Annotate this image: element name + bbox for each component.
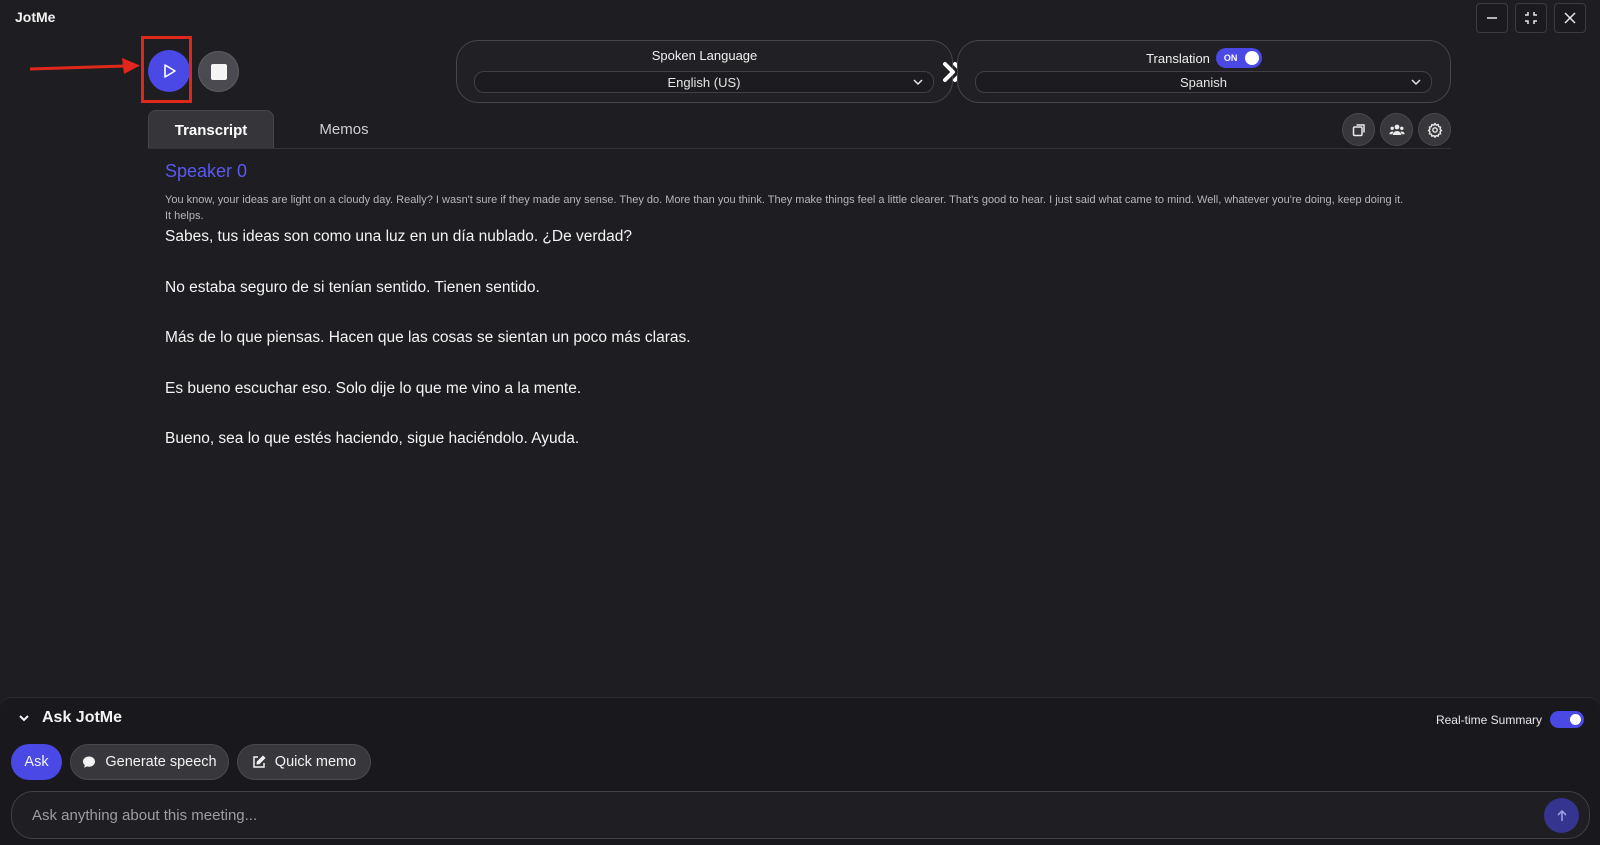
play-icon: [164, 64, 176, 78]
realtime-summary-label: Real-time Summary: [1435, 712, 1542, 727]
target-language-value: Spanish: [1180, 74, 1227, 90]
settings-icon: [1427, 122, 1442, 138]
quick-memo-button[interactable]: Quick memo: [237, 744, 371, 780]
translation-label: Translation: [1146, 50, 1210, 66]
send-button[interactable]: [1544, 798, 1579, 833]
realtime-summary-toggle[interactable]: [1550, 711, 1584, 728]
tab-transcript[interactable]: Transcript: [148, 110, 274, 149]
translated-transcript: Sabes, tus ideas son como una luz en un …: [165, 226, 1405, 479]
fullscreen-button[interactable]: [1515, 3, 1547, 33]
tab-divider: [148, 148, 1451, 149]
ask-button[interactable]: Ask: [11, 744, 62, 780]
app-title: JotMe: [15, 9, 56, 25]
translation-line: Sabes, tus ideas son como una luz en un …: [165, 228, 633, 245]
tab-memos[interactable]: Memos: [296, 110, 392, 149]
participants-button[interactable]: [1380, 113, 1413, 146]
ask-jotme-title: Ask JotMe: [42, 709, 123, 726]
translation-line: No estaba seguro de si tenían sentido. T…: [165, 278, 540, 296]
chevron-down-icon: [19, 715, 29, 722]
minimize-button[interactable]: [1476, 3, 1508, 33]
generate-speech-label: Generate speech: [105, 754, 217, 770]
settings-button[interactable]: [1418, 113, 1451, 146]
chevron-down-icon: [1411, 79, 1421, 86]
copy-icon: [1352, 123, 1365, 136]
spoken-language-value: English (US): [667, 74, 741, 90]
toggle-knob: [1570, 714, 1581, 725]
speech-bubble-icon: [83, 756, 96, 768]
ask-jotme-panel: Ask JotMe Real-time Summary Ask Generate…: [0, 697, 1600, 845]
window-controls: [1476, 3, 1586, 33]
copy-button[interactable]: [1342, 113, 1375, 146]
spoken-language-panel: Spoken Language English (US): [456, 40, 953, 103]
close-button[interactable]: [1554, 3, 1586, 33]
edit-icon: [253, 755, 266, 768]
speaker-label: Speaker 0: [165, 161, 248, 181]
stop-icon: [210, 63, 227, 80]
ask-jotme-header[interactable]: Ask JotMe: [18, 709, 122, 727]
ask-input[interactable]: [32, 792, 1512, 838]
translation-line: Más de lo que piensas. Hacen que las cos…: [165, 329, 691, 346]
quick-memo-label: Quick memo: [274, 754, 357, 770]
translation-panel: Translation ON Spanish: [957, 40, 1451, 103]
target-language-select[interactable]: Spanish: [975, 71, 1432, 93]
toggle-knob: [1244, 51, 1259, 65]
participants-icon: [1388, 124, 1405, 135]
chevron-down-icon: [913, 79, 923, 86]
spoken-language-label: Spoken Language: [651, 48, 758, 63]
start-recording-button[interactable]: [148, 50, 190, 92]
annotation-arrow: [30, 58, 140, 74]
realtime-summary: Real-time Summary: [1436, 711, 1584, 728]
ask-input-container: [11, 791, 1590, 839]
generate-speech-button[interactable]: Generate speech: [70, 744, 229, 780]
close-icon: [1564, 12, 1576, 24]
stop-recording-button[interactable]: [198, 51, 239, 92]
fullscreen-icon: [1525, 12, 1537, 24]
translation-toggle[interactable]: ON: [1215, 48, 1262, 68]
ask-button-label: Ask: [24, 754, 49, 770]
translation-line: Bueno, sea lo que estés haciendo, sigue …: [165, 430, 580, 447]
minimize-icon: [1487, 17, 1497, 19]
spoken-language-select[interactable]: English (US): [474, 71, 934, 93]
translation-line: Es bueno escuchar eso. Solo dije lo que …: [165, 379, 582, 397]
original-transcript-text: You know, your ideas are light on a clou…: [165, 194, 1404, 222]
translation-toggle-text: ON: [1223, 53, 1238, 63]
arrow-up-icon: [1556, 809, 1567, 821]
